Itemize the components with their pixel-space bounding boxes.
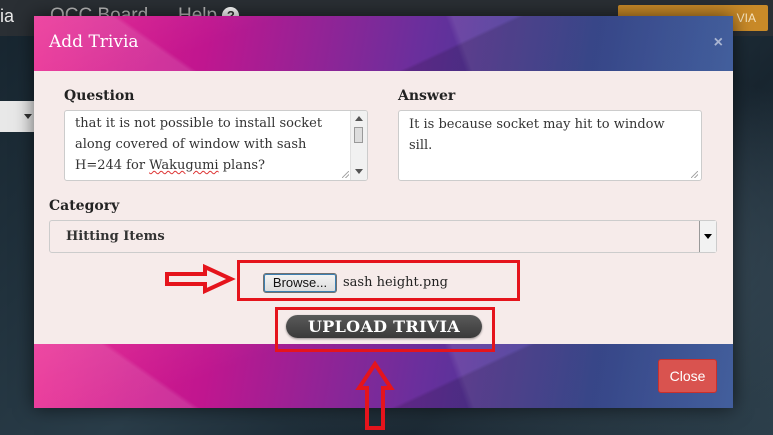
resize-grip-icon[interactable] [691,171,698,178]
up-arrow-icon [355,360,395,430]
question-line-3: H=244 for Wakugumi plans? [75,155,357,176]
question-label: Question [64,88,135,104]
modal-title: Add Trivia [49,32,139,52]
question-line-3-start: H=244 for [75,158,150,173]
category-label: Category [49,198,120,214]
scroll-up-icon[interactable] [355,116,363,121]
scroll-down-icon[interactable] [355,169,363,174]
nav-brand[interactable]: ia [0,6,14,27]
close-icon[interactable]: × [714,34,723,52]
modal-header: Add Trivia × [34,16,733,71]
upload-button-highlight-box [275,307,495,352]
category-select[interactable]: Hitting Items [49,220,717,253]
resize-grip-icon[interactable] [342,171,349,178]
answer-textarea[interactable]: It is because socket may hit to window s… [398,110,702,181]
category-selected-value: Hitting Items [66,229,165,244]
question-line-1: that it is not possible to install socke… [75,116,323,131]
chevron-down-icon[interactable] [699,221,716,252]
misspelled-word: Wakugumi [149,158,219,173]
question-textarea[interactable]: that it is not possible to install socke… [64,110,368,181]
question-line-3-end: plans? [218,158,265,173]
background-select[interactable] [0,101,37,132]
answer-value: It is because socket may hit to window s… [409,117,665,153]
scroll-thumb[interactable] [354,127,363,143]
close-button[interactable]: Close [658,359,717,393]
right-arrow-icon [165,263,236,295]
question-scrollbar[interactable] [350,111,367,180]
answer-label: Answer [398,88,456,104]
file-input-highlight-box [237,260,520,301]
question-line-2: along covered of window with sash [75,137,307,152]
